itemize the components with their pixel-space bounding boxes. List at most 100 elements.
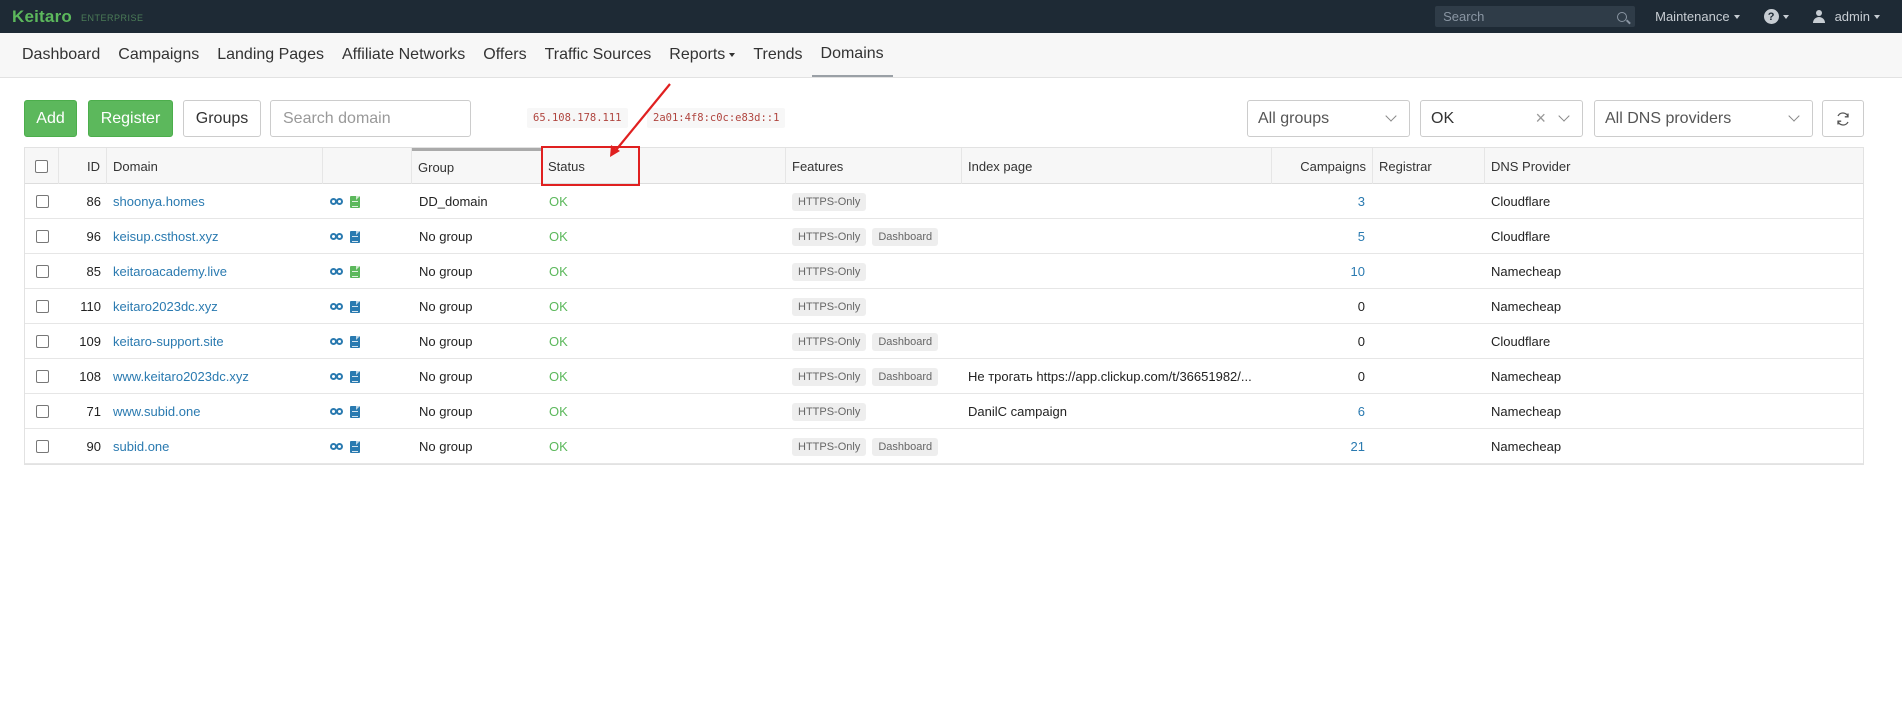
domain-link[interactable]: keisup.csthost.xyz xyxy=(113,219,318,254)
register-button[interactable]: Register xyxy=(88,100,173,137)
domain-campaigns-count[interactable]: 6 xyxy=(1272,394,1365,429)
feature-tag: HTTPS-Only xyxy=(792,332,867,351)
table-row[interactable]: 86 shoonya.homes DD_domain OK HTTPS-Only 3 Clo… xyxy=(25,184,1863,219)
link-icon[interactable] xyxy=(330,408,343,415)
clear-icon[interactable]: × xyxy=(1535,108,1546,129)
document-icon[interactable] xyxy=(350,230,360,243)
status-filter-select[interactable]: OK × xyxy=(1420,100,1583,137)
document-icon[interactable] xyxy=(350,405,360,418)
domain-link[interactable]: keitaro2023dc.xyz xyxy=(113,289,318,324)
row-checkbox[interactable] xyxy=(35,405,49,418)
domain-campaigns-count[interactable]: 5 xyxy=(1272,219,1365,254)
nav-campaigns[interactable]: Campaigns xyxy=(109,33,208,77)
feature-tag: Dashboard xyxy=(872,367,939,386)
global-search-input[interactable]: Search xyxy=(1435,6,1636,27)
help-menu[interactable]: ? xyxy=(1763,9,1789,24)
th-id[interactable]: ID xyxy=(59,148,107,184)
th-group[interactable]: Group xyxy=(412,148,542,184)
row-checkbox[interactable] xyxy=(35,335,49,348)
domain-features: HTTPS-Only xyxy=(792,289,962,324)
document-icon[interactable] xyxy=(350,370,360,383)
select-all-checkbox[interactable] xyxy=(35,159,48,173)
feature-tag: HTTPS-Only xyxy=(792,402,867,421)
domain-index-page xyxy=(968,254,1268,289)
user-icon xyxy=(1812,10,1825,23)
domain-group: No group xyxy=(419,264,473,279)
domain-index-page xyxy=(968,324,1268,359)
row-checkbox[interactable] xyxy=(35,230,49,243)
link-icon[interactable] xyxy=(330,338,343,345)
nav-traffic-sources[interactable]: Traffic Sources xyxy=(536,33,661,77)
table-row[interactable]: 85 keitaroacademy.live No group OK HTTPS-Onl… xyxy=(25,254,1863,289)
row-checkbox[interactable] xyxy=(35,265,49,278)
domain-dns-provider: Namecheap xyxy=(1491,369,1562,384)
nav-reports[interactable]: Reports xyxy=(660,33,744,77)
domain-features: HTTPS-Only Dashboard xyxy=(792,429,962,464)
domain-link[interactable]: keitaroacademy.live xyxy=(113,254,318,289)
groups-button[interactable]: Groups xyxy=(183,100,261,137)
search-domain-input[interactable]: Search domain xyxy=(270,100,471,137)
dns-provider-filter-select[interactable]: All DNS providers xyxy=(1594,100,1813,137)
domain-link[interactable]: keitaro-support.site xyxy=(113,324,318,359)
document-icon[interactable] xyxy=(350,195,360,208)
row-checkbox[interactable] xyxy=(35,370,49,383)
th-registrar[interactable]: Registrar xyxy=(1373,148,1485,184)
row-checkbox[interactable] xyxy=(35,195,49,208)
domain-registrar xyxy=(1379,429,1479,464)
link-icon[interactable] xyxy=(330,373,343,380)
domain-dns-provider: Cloudflare xyxy=(1491,194,1551,209)
link-icon[interactable] xyxy=(330,443,343,450)
table-row[interactable]: 108 www.keitaro2023dc.xyz No group OK HTTPS-… xyxy=(25,359,1863,394)
domain-dns-provider: Namecheap xyxy=(1491,404,1562,419)
row-select-cell xyxy=(25,359,59,394)
domain-link[interactable]: www.keitaro2023dc.xyz xyxy=(113,359,318,394)
keitaro-logo[interactable]: Keitaro xyxy=(12,7,72,27)
row-checkbox[interactable] xyxy=(35,300,49,313)
maintenance-menu[interactable]: Maintenance xyxy=(1655,9,1740,24)
nav-offers[interactable]: Offers xyxy=(474,33,535,77)
link-icon[interactable] xyxy=(330,198,343,205)
table-row[interactable]: 96 keisup.csthost.xyz No group OK HTTPS-Only… xyxy=(25,219,1863,254)
row-checkbox[interactable] xyxy=(35,440,49,453)
document-icon[interactable] xyxy=(350,335,360,348)
domain-features: HTTPS-Only Dashboard xyxy=(792,359,962,394)
document-icon[interactable] xyxy=(350,440,360,453)
domain-link[interactable]: subid.one xyxy=(113,429,318,464)
link-icon[interactable] xyxy=(330,268,343,275)
domain-actions xyxy=(330,184,410,219)
nav-landing-pages[interactable]: Landing Pages xyxy=(208,33,333,77)
nav-affiliate-networks[interactable]: Affiliate Networks xyxy=(333,33,474,77)
refresh-button[interactable] xyxy=(1822,100,1864,137)
add-button[interactable]: Add xyxy=(24,100,77,137)
domain-link[interactable]: www.subid.one xyxy=(113,394,318,429)
domain-link[interactable]: shoonya.homes xyxy=(113,184,318,219)
th-domain[interactable]: Domain xyxy=(107,148,323,184)
th-features[interactable]: Features xyxy=(786,148,962,184)
group-filter-select[interactable]: All groups xyxy=(1247,100,1410,137)
document-icon[interactable] xyxy=(350,300,360,313)
domain-campaigns-count: 0 xyxy=(1357,299,1365,314)
user-menu[interactable]: admin xyxy=(1812,9,1880,24)
table-row[interactable]: 110 keitaro2023dc.xyz No group OK HTTPS-Only… xyxy=(25,289,1863,324)
domain-actions xyxy=(330,394,410,429)
domain-group: No group xyxy=(419,299,473,314)
domain-campaigns-count[interactable]: 21 xyxy=(1272,429,1365,464)
nav-trends[interactable]: Trends xyxy=(744,33,811,77)
chevron-down-icon xyxy=(1874,14,1880,19)
nav-dashboard[interactable]: Dashboard xyxy=(13,33,109,77)
th-index-page[interactable]: Index page xyxy=(962,148,1272,184)
link-icon[interactable] xyxy=(330,233,343,240)
table-row[interactable]: 90 subid.one No group OK HTTPS-Only Dashboard… xyxy=(25,429,1863,464)
document-icon[interactable] xyxy=(350,265,360,278)
th-campaigns[interactable]: Campaigns xyxy=(1272,148,1373,184)
th-dns-provider[interactable]: DNS Provider xyxy=(1485,148,1863,184)
table-row[interactable]: 109 keitaro-support.site No group OK HTTPS-O… xyxy=(25,324,1863,359)
nav-label: Dashboard xyxy=(22,46,101,63)
domain-registrar xyxy=(1379,184,1479,219)
nav-domains[interactable]: Domains xyxy=(811,33,893,77)
domain-campaigns-count[interactable]: 3 xyxy=(1272,184,1365,219)
link-icon[interactable] xyxy=(330,303,343,310)
domain-campaigns-count[interactable]: 10 xyxy=(1272,254,1365,289)
table-row[interactable]: 71 www.subid.one No group OK HTTPS-Only Danil… xyxy=(25,394,1863,429)
domain-actions xyxy=(330,324,410,359)
